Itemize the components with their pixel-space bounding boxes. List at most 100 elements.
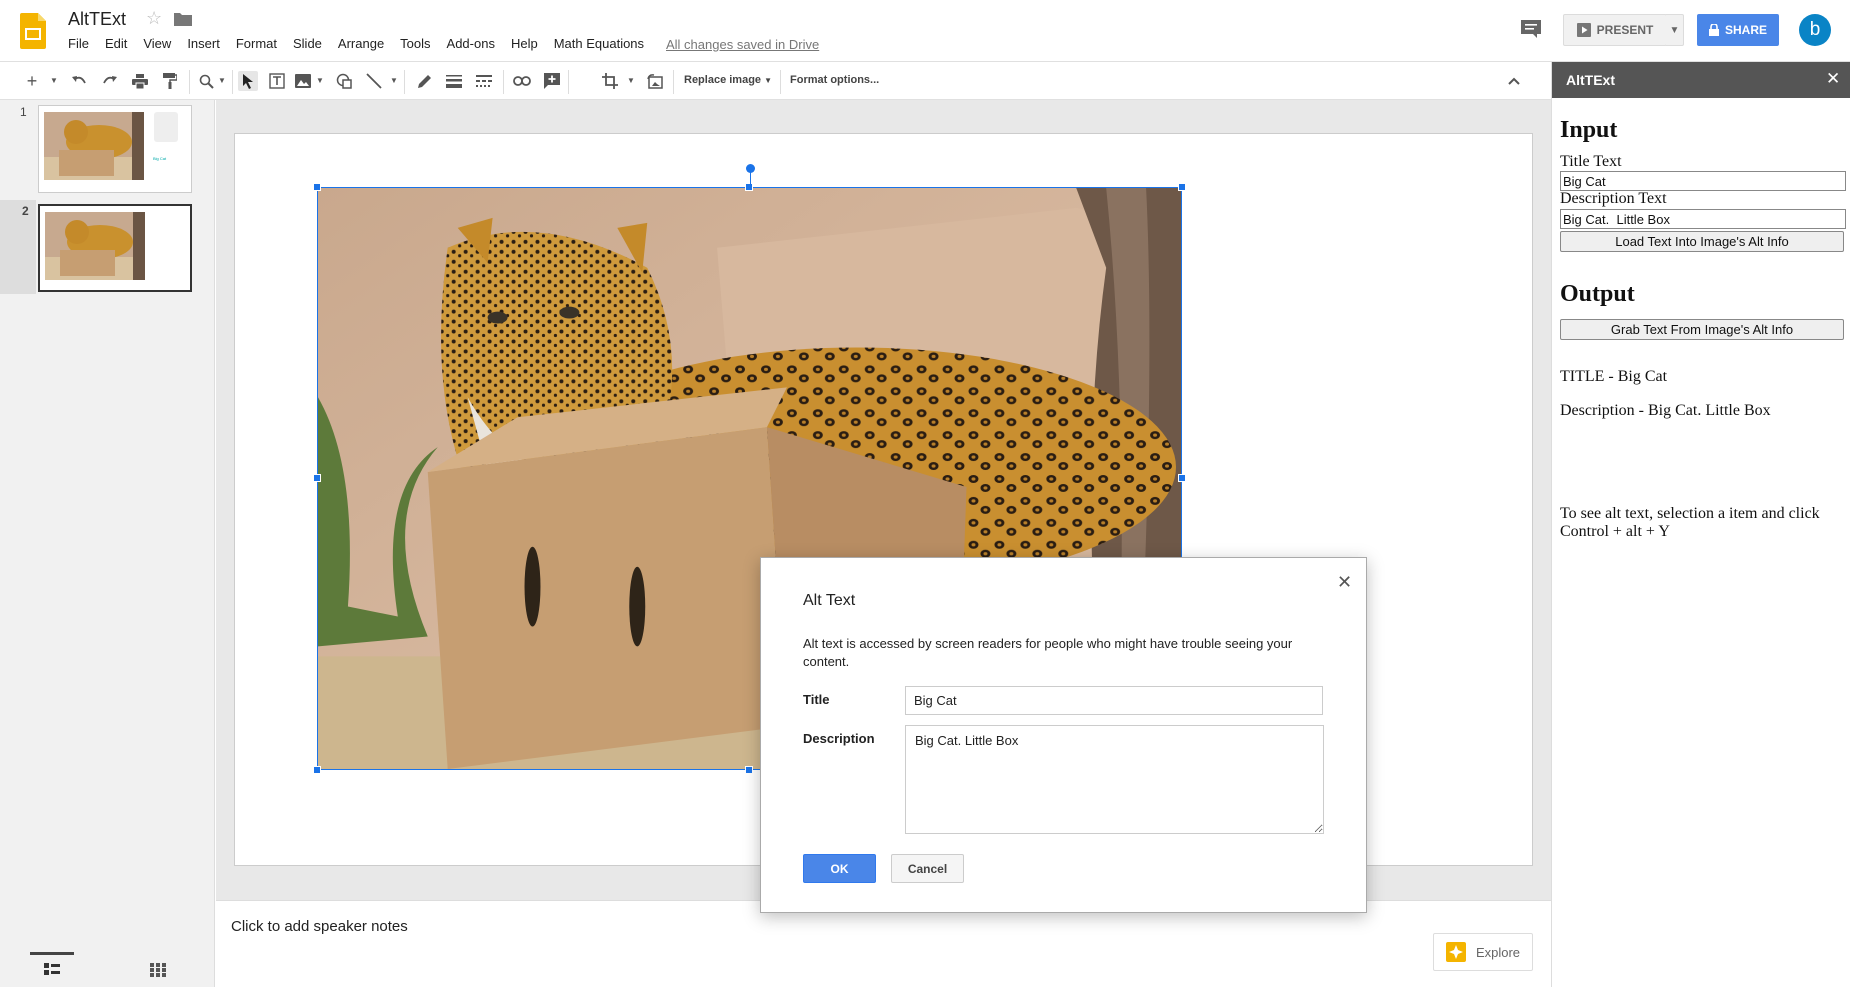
replace-image-menu[interactable]: Replace image ▼: [684, 74, 772, 86]
sidebar-close-icon[interactable]: ✕: [1826, 69, 1840, 89]
line-icon[interactable]: [364, 71, 384, 91]
resize-handle-ne[interactable]: [1178, 183, 1186, 191]
present-button[interactable]: PRESENT: [1563, 14, 1667, 46]
filmstrip-view-button[interactable]: [30, 952, 74, 982]
slides-logo-icon[interactable]: [20, 13, 46, 49]
slide-thumbnail-2[interactable]: [38, 204, 192, 292]
select-cursor-icon[interactable]: [238, 71, 258, 91]
menu-bar: File Edit View Insert Format Slide Arran…: [68, 36, 660, 54]
menu-math-equations[interactable]: Math Equations: [554, 36, 644, 54]
undo-icon[interactable]: [69, 71, 89, 91]
menu-format[interactable]: Format: [236, 36, 277, 54]
load-text-button[interactable]: Load Text Into Image's Alt Info: [1560, 231, 1844, 252]
resize-handle-sw[interactable]: [313, 766, 321, 774]
resize-handle-w[interactable]: [313, 474, 321, 482]
input-heading: Input: [1560, 117, 1618, 143]
output-description-text: Description - Big Cat. Little Box: [1560, 402, 1771, 419]
border-dash-icon[interactable]: [474, 71, 494, 91]
title-input[interactable]: [905, 686, 1323, 715]
slide-number: 1: [20, 105, 27, 119]
collapse-chevron-up-icon[interactable]: [1504, 71, 1524, 91]
dialog-close-icon[interactable]: ✕: [1337, 572, 1352, 593]
thumbnail-image: [44, 112, 144, 180]
line-chevron-down-icon[interactable]: ▼: [390, 76, 398, 85]
toolbar-divider: [568, 70, 569, 94]
crop-chevron-down-icon[interactable]: ▼: [627, 76, 635, 85]
title-text-input[interactable]: [1560, 171, 1846, 191]
reset-image-icon[interactable]: [645, 71, 665, 91]
star-icon[interactable]: ☆: [146, 8, 162, 29]
image-chevron-down-icon[interactable]: ▼: [316, 76, 324, 85]
resize-handle-e[interactable]: [1178, 474, 1186, 482]
resize-handle-s[interactable]: [745, 766, 753, 774]
toolbar-divider: [189, 70, 190, 94]
link-icon[interactable]: [512, 71, 532, 91]
present-dropdown-chevron-icon[interactable]: ▼: [1666, 14, 1684, 46]
slide-filmstrip: 1 Big Cat 2: [0, 100, 215, 987]
print-icon[interactable]: [130, 71, 150, 91]
resize-handle-nw[interactable]: [313, 183, 321, 191]
description-text-input[interactable]: [1560, 209, 1846, 229]
account-avatar[interactable]: b: [1799, 14, 1831, 46]
ok-button[interactable]: OK: [803, 854, 876, 883]
crop-icon[interactable]: [600, 71, 620, 91]
cancel-button[interactable]: Cancel: [891, 854, 964, 883]
description-textarea[interactable]: Big Cat. Little Box: [905, 725, 1324, 834]
app-header: AltTExt ☆ File Edit View Insert Format S…: [0, 0, 1850, 62]
menu-slide[interactable]: Slide: [293, 36, 322, 54]
menu-edit[interactable]: Edit: [105, 36, 127, 54]
explore-button[interactable]: Explore: [1433, 933, 1533, 971]
toolbar-divider: [780, 70, 781, 94]
image-icon[interactable]: [293, 71, 313, 91]
menu-help[interactable]: Help: [511, 36, 538, 54]
add-comment-icon[interactable]: [542, 71, 562, 91]
border-color-pencil-icon[interactable]: [414, 71, 434, 91]
text-box-icon[interactable]: [267, 71, 287, 91]
document-title[interactable]: AltTExt: [68, 9, 126, 30]
folder-icon[interactable]: [174, 12, 192, 26]
description-text-label: Description Text: [1560, 190, 1667, 207]
speaker-notes[interactable]: Click to add speaker notes Explore: [216, 900, 1551, 987]
alt-text-dialog: ✕ Alt Text Alt text is accessed by scree…: [760, 557, 1367, 913]
slide-thumbnail-1[interactable]: Big Cat: [38, 105, 192, 193]
new-slide-plus-icon[interactable]: +: [22, 71, 42, 91]
zoom-icon[interactable]: [196, 71, 216, 91]
help-text: To see alt text, selection a item and cl…: [1560, 505, 1820, 540]
menu-addons[interactable]: Add-ons: [447, 36, 495, 54]
menu-view[interactable]: View: [143, 36, 171, 54]
menu-insert[interactable]: Insert: [187, 36, 220, 54]
sidebar-header: AltTExt ✕: [1552, 62, 1850, 98]
toolbar-divider: [503, 70, 504, 94]
speaker-notes-placeholder[interactable]: Click to add speaker notes: [231, 918, 408, 935]
title-field-label: Title: [803, 692, 830, 707]
grid-view-button[interactable]: [136, 955, 180, 985]
redo-icon[interactable]: [100, 71, 120, 91]
resize-handle-n[interactable]: [745, 183, 753, 191]
menu-file[interactable]: File: [68, 36, 89, 54]
explore-label: Explore: [1475, 944, 1521, 960]
addon-sidebar: AltTExt ✕ Input Title Text Description T…: [1551, 62, 1850, 987]
output-title-text: TITLE - Big Cat: [1560, 368, 1668, 385]
thumbnail-placeholder: [154, 112, 178, 142]
zoom-chevron-down-icon[interactable]: ▼: [218, 76, 226, 85]
rotate-handle[interactable]: [746, 164, 755, 173]
sidebar-title: AltTExt: [1566, 72, 1615, 88]
shape-icon[interactable]: [334, 71, 354, 91]
toolbar-divider: [232, 70, 233, 94]
menu-tools[interactable]: Tools: [400, 36, 430, 54]
toolbar-divider: [673, 70, 674, 94]
comments-icon[interactable]: [1520, 19, 1542, 39]
save-status-link[interactable]: All changes saved in Drive: [666, 37, 819, 52]
menu-arrange[interactable]: Arrange: [338, 36, 384, 54]
grab-text-button[interactable]: Grab Text From Image's Alt Info: [1560, 319, 1844, 340]
explore-icon: [1445, 942, 1466, 962]
dialog-title: Alt Text: [803, 592, 856, 609]
share-button[interactable]: SHARE: [1697, 14, 1779, 46]
title-text-label: Title Text: [1560, 153, 1622, 170]
format-options-button[interactable]: Format options...: [790, 74, 879, 86]
replace-image-chevron-down-icon: ▼: [764, 76, 773, 85]
paint-format-icon[interactable]: [160, 71, 180, 91]
active-slide-highlight: [0, 200, 36, 294]
new-slide-chevron-down-icon[interactable]: ▼: [50, 76, 58, 85]
border-weight-icon[interactable]: [444, 71, 464, 91]
